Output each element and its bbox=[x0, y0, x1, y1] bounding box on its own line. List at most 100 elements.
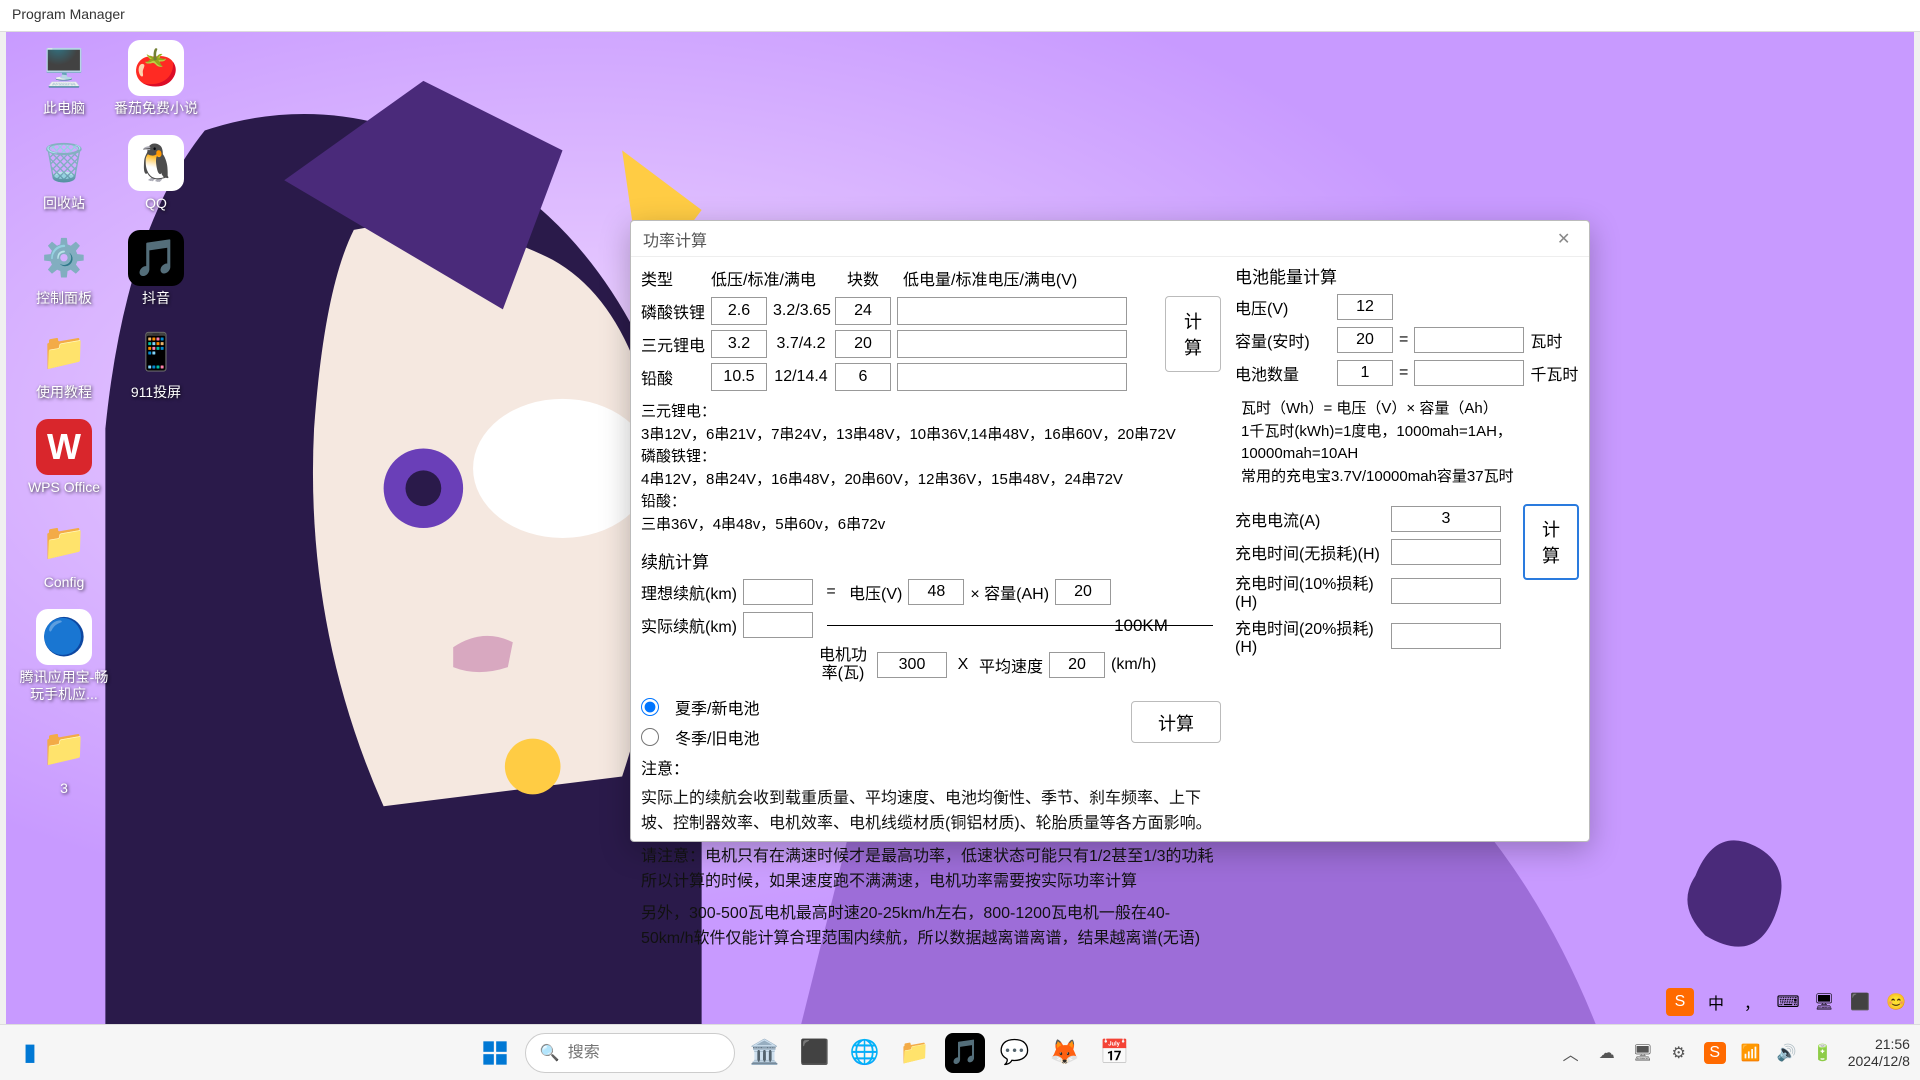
widgets-icon[interactable]: ▮ bbox=[10, 1033, 50, 1073]
ideal-range-label: 理想续航(km) bbox=[641, 580, 737, 604]
tray-wifi-icon[interactable]: 📶 bbox=[1740, 1042, 1762, 1064]
e-kwh-output[interactable] bbox=[1414, 360, 1524, 386]
row1-std: 3.7/4.2 bbox=[773, 335, 829, 353]
e-wh-label: 瓦时 bbox=[1530, 328, 1562, 352]
ime-punct[interactable]: ， bbox=[1738, 988, 1766, 1016]
energy-calc-button[interactable]: 计算 bbox=[1523, 504, 1579, 580]
ime-lang[interactable]: 中 bbox=[1702, 988, 1730, 1016]
icon-qq[interactable]: 🐧QQ bbox=[110, 135, 202, 212]
power-calc-dialog: 功率计算 ✕ 类型 低压/标准/满电 块数 低电量/标准电压/满电(V) 磷酸铁… bbox=[630, 220, 1590, 842]
os-titlebar: Program Manager bbox=[0, 0, 1920, 32]
clock-date: 2024/12/8 bbox=[1848, 1053, 1910, 1070]
icon-control-panel[interactable]: ⚙️控制面板 bbox=[18, 230, 110, 307]
icon-config[interactable]: 📁Config bbox=[18, 514, 110, 591]
icon-tomato-novel[interactable]: 🍅番茄免费小说 bbox=[110, 40, 202, 117]
row0-qty-input[interactable] bbox=[835, 297, 891, 325]
icon-this-pc[interactable]: 🖥️此电脑 bbox=[18, 40, 110, 117]
right-panel: 电池能量计算 电压(V) 容量(安时) = 瓦时 电池数量 = 千瓦时 瓦时（W… bbox=[1235, 263, 1579, 952]
ime-grid-icon[interactable]: ⬛ bbox=[1846, 988, 1874, 1016]
row0-result-input[interactable] bbox=[897, 297, 1127, 325]
tb-app-edge[interactable]: 🌐 bbox=[845, 1033, 885, 1073]
row2-std: 12/14.4 bbox=[773, 368, 829, 386]
motor-label: 电机功率(瓦) bbox=[815, 647, 871, 682]
ime-keyboard-icon[interactable]: ⌨ bbox=[1774, 988, 1802, 1016]
icon-recycle-bin[interactable]: 🗑️回收站 bbox=[18, 135, 110, 212]
icon-douyin[interactable]: 🎵抖音 bbox=[110, 230, 202, 307]
charge-t1-label: 充电时间(10%损耗)(H) bbox=[1235, 570, 1385, 612]
taskbar-clock[interactable]: 21:56 2024/12/8 bbox=[1848, 1036, 1910, 1070]
hdr-lsf: 低压/标准/满电 bbox=[711, 266, 841, 290]
e-eq2: = bbox=[1399, 364, 1408, 382]
radio-winter-label: 冬季/旧电池 bbox=[675, 725, 759, 749]
search-input[interactable] bbox=[568, 1044, 775, 1062]
note-1: 实际上的续航会收到载重质量、平均速度、电池均衡性、季节、刹车频率、上下坡、控制器… bbox=[641, 787, 1221, 837]
tb-app-browser2[interactable]: 🦊 bbox=[1045, 1033, 1085, 1073]
e-eq1: = bbox=[1399, 331, 1408, 349]
hdr-type: 类型 bbox=[641, 266, 705, 290]
eq-sign: = bbox=[819, 583, 843, 601]
row2-qty-input[interactable] bbox=[835, 363, 891, 391]
row1-name: 三元锂电 bbox=[641, 332, 705, 356]
avg-speed-label: 平均速度 bbox=[979, 653, 1043, 677]
row1-result-input[interactable] bbox=[897, 330, 1127, 358]
tb-app-0[interactable]: 🏛️ bbox=[745, 1033, 785, 1073]
tb-app-calendar[interactable]: 📅 bbox=[1095, 1033, 1135, 1073]
tray-sogou-icon[interactable]: S bbox=[1704, 1042, 1726, 1064]
ideal-range-input[interactable] bbox=[743, 579, 813, 605]
x-sign: X bbox=[953, 656, 973, 674]
tb-app-explorer[interactable]: 📁 bbox=[895, 1033, 935, 1073]
energy-title: 电池能量计算 bbox=[1235, 263, 1579, 288]
dialog-title: 功率计算 bbox=[643, 227, 707, 251]
range-calc-button[interactable]: 计算 bbox=[1131, 701, 1221, 743]
e-cnt-input[interactable] bbox=[1337, 360, 1393, 386]
icon-911-cast[interactable]: 📱911投屏 bbox=[110, 324, 202, 401]
ime-toolbar[interactable]: S 中 ， ⌨ 🖥 ⬛ 😊 bbox=[1662, 984, 1914, 1020]
row1-v-input[interactable] bbox=[711, 330, 767, 358]
icon-tutorial[interactable]: 📁使用教程 bbox=[18, 324, 110, 401]
tray-chevron-icon[interactable]: ︿ bbox=[1560, 1042, 1582, 1064]
radio-summer[interactable] bbox=[641, 698, 659, 716]
tray-cloud-icon[interactable]: ☁ bbox=[1596, 1042, 1618, 1064]
tray-battery-icon[interactable]: 🔋 bbox=[1812, 1042, 1834, 1064]
e-volt-input[interactable] bbox=[1337, 294, 1393, 320]
tray-monitor-icon[interactable]: 🖥 bbox=[1632, 1042, 1654, 1064]
volt-input[interactable] bbox=[908, 579, 964, 605]
tb-app-wechat[interactable]: 💬 bbox=[995, 1033, 1035, 1073]
row1-qty-input[interactable] bbox=[835, 330, 891, 358]
row0-v-input[interactable] bbox=[711, 297, 767, 325]
tb-app-taskview[interactable]: ⬛ bbox=[795, 1033, 835, 1073]
calc-button-top[interactable]: 计算 bbox=[1165, 296, 1221, 372]
row2-result-input[interactable] bbox=[897, 363, 1127, 391]
dialog-titlebar[interactable]: 功率计算 ✕ bbox=[631, 221, 1589, 257]
tray-volume-icon[interactable]: 🔊 bbox=[1776, 1042, 1798, 1064]
row2-v-input[interactable] bbox=[711, 363, 767, 391]
real-range-input[interactable] bbox=[743, 612, 813, 638]
cap-input[interactable] bbox=[1055, 579, 1111, 605]
tb-app-douyin[interactable]: 🎵 bbox=[945, 1033, 985, 1073]
icon-tencent-appstore[interactable]: 🔵腾讯应用宝-畅玩手机应... bbox=[18, 609, 110, 703]
note-3: 另外，300-500瓦电机最高时速20-25km/h左右，800-1200瓦电机… bbox=[641, 902, 1221, 952]
charge-t2-input[interactable] bbox=[1391, 623, 1501, 649]
charge-t0-input[interactable] bbox=[1391, 539, 1501, 565]
taskbar: ▮ 🔍 🏛️ ⬛ 🌐 📁 🎵 💬 🦊 📅 ︿ ☁ 🖥 ⚙ S 📶 🔊 🔋 21:… bbox=[0, 1024, 1920, 1080]
series-config-text: 三元锂电： 3串12V，6串21V，7串24V，13串48V，10串36V,14… bbox=[641, 401, 1221, 536]
icon-folder-3[interactable]: 📁3 bbox=[18, 720, 110, 797]
ime-logo-icon[interactable]: S bbox=[1666, 988, 1694, 1016]
radio-winter[interactable] bbox=[641, 728, 659, 746]
e-cap-input[interactable] bbox=[1337, 327, 1393, 353]
note-2: 请注意：电机只有在满速时候才是最高功率，低速状态可能只有1/2甚至1/3的功耗所… bbox=[641, 845, 1221, 895]
avg-speed-input[interactable] bbox=[1049, 652, 1105, 678]
hdr-qty: 块数 bbox=[847, 266, 897, 290]
tray-gear-icon[interactable]: ⚙ bbox=[1668, 1042, 1690, 1064]
charge-t1-input[interactable] bbox=[1391, 578, 1501, 604]
start-icon[interactable] bbox=[475, 1033, 515, 1073]
motor-input[interactable] bbox=[877, 652, 947, 678]
close-icon[interactable]: ✕ bbox=[1557, 229, 1577, 249]
radio-summer-label: 夏季/新电池 bbox=[675, 695, 759, 719]
icon-wps[interactable]: WWPS Office bbox=[18, 419, 110, 496]
charge-cur-input[interactable] bbox=[1391, 506, 1501, 532]
e-wh-output[interactable] bbox=[1414, 327, 1524, 353]
ime-emoji-icon[interactable]: 😊 bbox=[1882, 988, 1910, 1016]
taskbar-search[interactable]: 🔍 bbox=[525, 1033, 735, 1073]
ime-screen-icon[interactable]: 🖥 bbox=[1810, 988, 1838, 1016]
